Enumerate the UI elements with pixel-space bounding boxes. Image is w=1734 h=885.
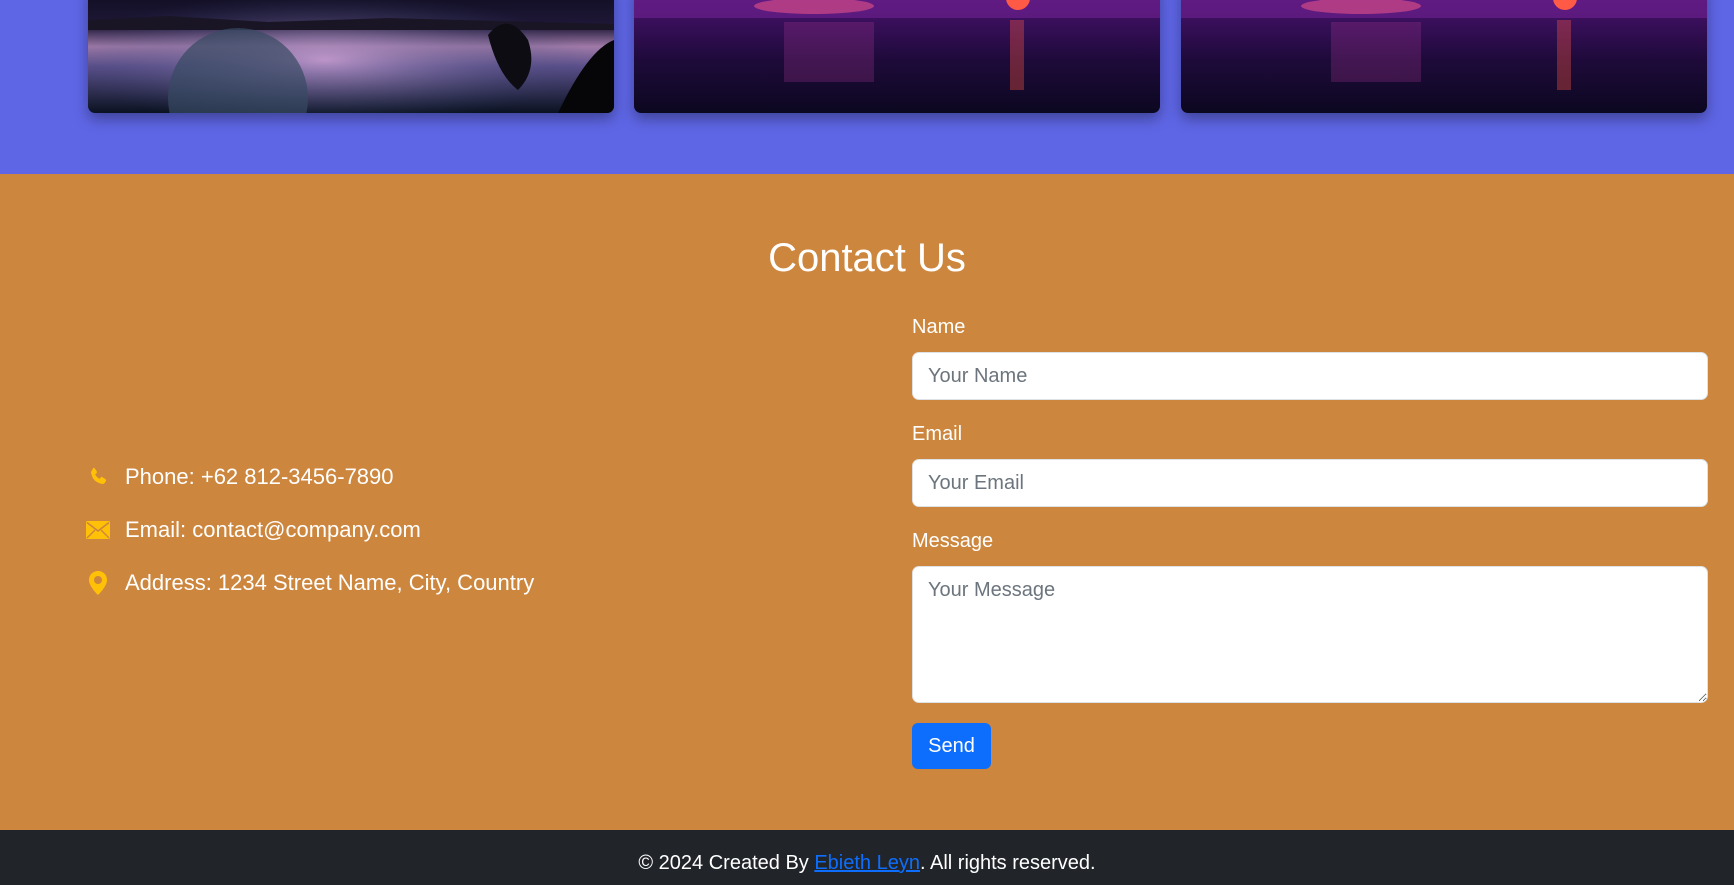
contact-section: Contact Us Phone: +62 812-3456-7890 Emai…	[0, 174, 1734, 830]
gallery-card-lake[interactable]	[88, 0, 614, 113]
contact-address-text: Address: 1234 Street Name, City, Country	[125, 570, 535, 595]
contact-phone: Phone: +62 812-3456-7890	[86, 464, 394, 490]
contact-email-text: Email: contact@company.com	[125, 517, 421, 542]
gallery-section	[0, 0, 1734, 174]
message-label: Message	[912, 530, 994, 552]
footer: © 2024 Created By Ebieth Leyn. All right…	[0, 830, 1734, 885]
email-label: Email	[912, 423, 963, 445]
contact-phone-text: Phone: +62 812-3456-7890	[125, 464, 394, 489]
envelope-icon	[86, 518, 110, 542]
contact-email: Email: contact@company.com	[86, 517, 421, 543]
footer-suffix: . All rights reserved.	[919, 852, 1096, 874]
footer-prefix: © 2024 Created By	[638, 852, 815, 874]
author-link[interactable]: Ebieth Leyn	[814, 852, 920, 874]
footer-text: © 2024 Created By Ebieth Leyn. All right…	[638, 852, 1095, 885]
gallery-image-lake	[88, 0, 614, 113]
message-textarea[interactable]	[912, 566, 1708, 703]
phone-icon	[86, 465, 110, 489]
map-pin-icon	[86, 571, 110, 595]
email-input[interactable]	[912, 459, 1708, 507]
send-button[interactable]: Send	[912, 723, 991, 769]
gallery-image-fireworks-1	[634, 0, 1160, 113]
gallery-card-fireworks-2[interactable]	[1181, 0, 1707, 113]
gallery-image-fireworks-2	[1181, 0, 1707, 113]
name-input[interactable]	[912, 352, 1708, 400]
name-label: Name	[912, 316, 966, 338]
contact-address: Address: 1234 Street Name, City, Country	[86, 570, 534, 596]
contact-title: Contact Us	[768, 236, 966, 280]
gallery-card-fireworks-1[interactable]	[634, 0, 1160, 113]
